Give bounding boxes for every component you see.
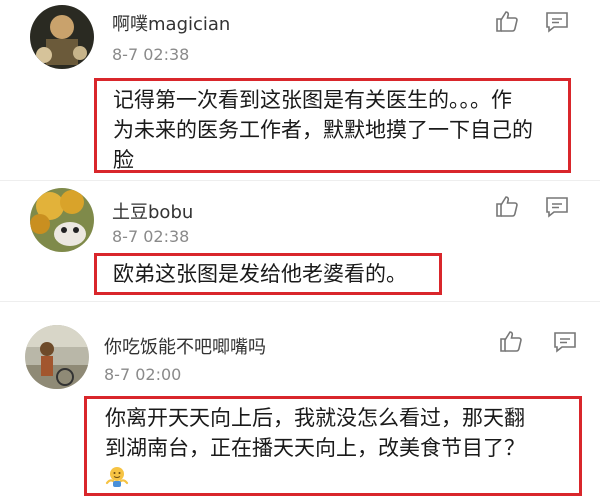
comment-text-line: 脸 xyxy=(113,148,134,172)
timestamp: 8-7 02:38 xyxy=(112,45,190,64)
comment-item: 土豆bobu 8-7 02:38 欧弟这张图是发给他老婆看的。 xyxy=(0,181,600,301)
comment-text-line: 欧弟这张图是发给他老婆看的。 xyxy=(113,262,407,286)
comment-bubble-icon[interactable] xyxy=(544,194,570,220)
avatar[interactable] xyxy=(30,5,94,69)
comment-item: 啊噗magician 8-7 02:38 记得第一次看到这张图是有关医生的。。。… xyxy=(0,0,600,180)
comment-item: 你吃饭能不吧唧嘴吗 8-7 02:00 你离开天天向上后，我就没怎么看过，那天翻… xyxy=(0,302,600,497)
avatar[interactable] xyxy=(25,325,89,389)
comment-text-line: 为未来的医务工作者，默默地摸了一下自己的 xyxy=(113,118,533,142)
comment-bubble-icon[interactable] xyxy=(552,329,578,355)
shrug-emoji-icon xyxy=(105,465,129,489)
comment-body-highlight: 欧弟这张图是发给他老婆看的。 xyxy=(94,253,442,295)
comment-text-line: 到湖南台，正在播天天向上，改美食节目了？ xyxy=(105,436,525,460)
comment-text-line: 你离开天天向上后，我就没怎么看过，那天翻 xyxy=(105,406,525,430)
username[interactable]: 土豆bobu xyxy=(112,198,193,224)
comment-bubble-icon[interactable] xyxy=(544,9,570,35)
comment-body-highlight: 你离开天天向上后，我就没怎么看过，那天翻 到湖南台，正在播天天向上，改美食节目了… xyxy=(84,396,582,496)
thumbs-up-icon[interactable] xyxy=(498,328,524,354)
thumbs-up-icon[interactable] xyxy=(494,193,520,219)
username[interactable]: 你吃饭能不吧唧嘴吗 xyxy=(104,333,266,359)
comment-body-highlight: 记得第一次看到这张图是有关医生的。。。作 为未来的医务工作者，默默地摸了一下自己… xyxy=(94,78,571,173)
timestamp: 8-7 02:00 xyxy=(104,365,182,384)
comment-text-line: 记得第一次看到这张图是有关医生的。。。作 xyxy=(113,88,512,112)
thumbs-up-icon[interactable] xyxy=(494,8,520,34)
avatar[interactable] xyxy=(30,188,94,252)
timestamp: 8-7 02:38 xyxy=(112,227,190,246)
username[interactable]: 啊噗magician xyxy=(112,10,230,36)
